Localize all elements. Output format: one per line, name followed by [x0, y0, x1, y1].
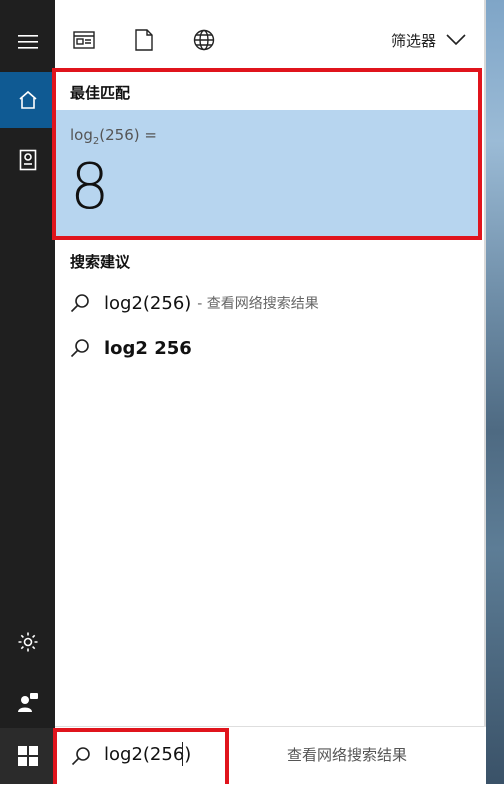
filter-bar: 筛选器	[55, 0, 484, 70]
suggestion-text: log2(256)	[104, 292, 192, 314]
suggestion-item[interactable]: log2(256) - 查看网络搜索结果	[70, 288, 319, 318]
apps-filter-button[interactable]	[71, 27, 97, 53]
suggestion-text: log2 256	[104, 337, 192, 359]
filter-dropdown[interactable]: 筛选器	[391, 27, 466, 53]
desktop-background	[486, 0, 504, 784]
gear-icon	[18, 632, 37, 652]
search-icon	[70, 339, 89, 358]
hamburger-icon	[17, 35, 38, 49]
web-icon	[193, 29, 215, 51]
suggestion-item[interactable]: log2 256	[70, 333, 192, 363]
feedback-person-icon	[17, 693, 38, 712]
menu-button[interactable]	[0, 14, 55, 70]
search-icon	[70, 294, 89, 313]
start-button[interactable]	[0, 728, 55, 784]
web-filter-button[interactable]	[191, 27, 217, 53]
suggestion-hint: - 查看网络搜索结果	[197, 296, 319, 312]
feedback-button[interactable]	[0, 674, 55, 730]
best-match-highlight	[52, 68, 482, 240]
web-search-hint[interactable]: 查看网络搜索结果	[287, 744, 407, 765]
home-icon	[18, 90, 37, 109]
search-highlight	[53, 728, 229, 784]
suggestions-title: 搜索建议	[70, 253, 131, 271]
document-icon	[135, 29, 153, 51]
documents-filter-button[interactable]	[131, 27, 157, 53]
windows-icon	[17, 746, 38, 766]
home-button[interactable]	[0, 72, 55, 128]
left-rail	[0, 0, 55, 784]
apps-icon	[73, 31, 95, 49]
notebook-button[interactable]	[0, 132, 55, 188]
chevron-down-icon	[446, 34, 466, 46]
filter-label: 筛选器	[390, 31, 436, 50]
settings-button[interactable]	[0, 614, 55, 670]
notebook-icon	[19, 149, 36, 171]
